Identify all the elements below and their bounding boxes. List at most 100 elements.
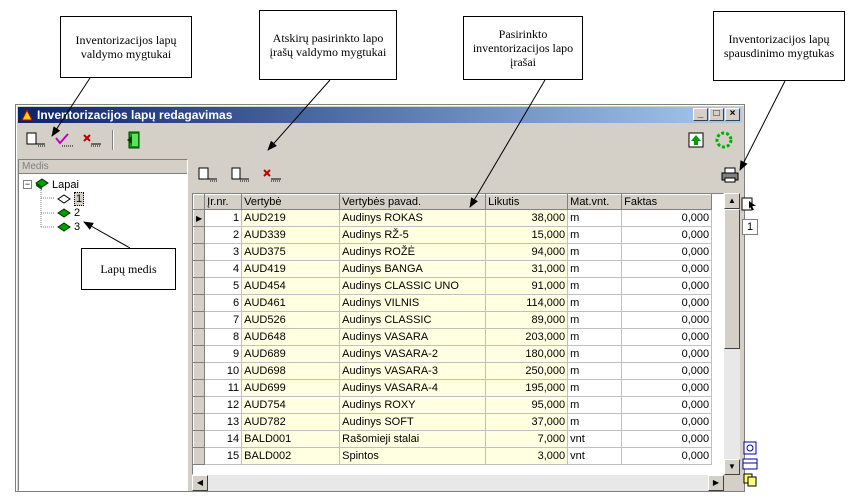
table-row[interactable]: 12 AUD754 Audinys ROXY 95,000 m 0,000 — [193, 396, 713, 414]
table-row[interactable]: 14 BALD001 Rašomieji stalai 7,000 vnt 0,000 — [193, 430, 713, 448]
export-button[interactable] — [684, 130, 708, 150]
row-indicator[interactable] — [193, 413, 206, 431]
table-row[interactable]: 10 AUD698 Audinys VASARA-3 250,000 m 0,000 — [193, 362, 713, 380]
add-record-button[interactable] — [196, 165, 220, 185]
cell-unit[interactable]: m — [567, 243, 623, 261]
delete-record-button[interactable] — [260, 165, 284, 185]
header-cell[interactable]: Vertybės pavad. — [339, 194, 487, 210]
cell-unit[interactable]: m — [567, 362, 623, 380]
table-row[interactable]: 4 AUD419 Audinys BANGA 31,000 m 0,000 — [193, 260, 713, 278]
cell-name[interactable]: Audinys ROŽĖ — [339, 243, 487, 261]
cell-nr[interactable]: 13 — [204, 413, 243, 431]
cell-nr[interactable]: 15 — [204, 447, 243, 465]
cell-stock[interactable]: 37,000 — [485, 413, 569, 431]
cell-nr[interactable]: 7 — [204, 311, 243, 329]
cell-name[interactable]: Audinys VILNIS — [339, 294, 487, 312]
cell-name[interactable]: Audinys VASARA — [339, 328, 487, 346]
cell-fact[interactable]: 0,000 — [621, 243, 713, 261]
cell-stock[interactable]: 180,000 — [485, 345, 569, 363]
report-icon[interactable] — [742, 441, 758, 455]
header-cell[interactable]: Mat.vnt. — [567, 194, 623, 210]
row-indicator[interactable] — [193, 345, 206, 363]
cell-nr[interactable]: 3 — [204, 243, 243, 261]
cell-name[interactable]: Audinys ROKAS — [339, 209, 487, 227]
cell-fact[interactable]: 0,000 — [621, 209, 713, 227]
table-row[interactable]: 7 AUD526 Audinys CLASSIC 89,000 m 0,000 — [193, 311, 713, 329]
cell-unit[interactable]: vnt — [567, 447, 623, 465]
cell-unit[interactable]: m — [567, 226, 623, 244]
cell-unit[interactable]: m — [567, 379, 623, 397]
cell-code[interactable]: BALD001 — [241, 430, 341, 448]
cell-fact[interactable]: 0,000 — [621, 226, 713, 244]
edit-record-button[interactable] — [228, 165, 252, 185]
cell-code[interactable]: BALD002 — [241, 447, 341, 465]
cell-unit[interactable]: m — [567, 277, 623, 295]
cell-name[interactable]: Audinys CLASSIC — [339, 311, 487, 329]
row-indicator[interactable] — [193, 311, 206, 329]
cell-stock[interactable]: 203,000 — [485, 328, 569, 346]
table-row[interactable]: 13 AUD782 Audinys SOFT 37,000 m 0,000 — [193, 413, 713, 431]
cell-stock[interactable]: 31,000 — [485, 260, 569, 278]
cell-fact[interactable]: 0,000 — [621, 379, 713, 397]
table-row[interactable]: 6 AUD461 Audinys VILNIS 114,000 m 0,000 — [193, 294, 713, 312]
row-indicator[interactable] — [193, 260, 206, 278]
cell-fact[interactable]: 0,000 — [621, 260, 713, 278]
copy-icon[interactable] — [742, 473, 758, 487]
cell-name[interactable]: Audinys ROXY — [339, 396, 487, 414]
table-row[interactable]: 5 AUD454 Audinys CLASSIC UNO 91,000 m 0,000 — [193, 277, 713, 295]
cell-stock[interactable]: 38,000 — [485, 209, 569, 227]
cell-name[interactable]: Audinys SOFT — [339, 413, 487, 431]
cell-code[interactable]: AUD339 — [241, 226, 341, 244]
maximize-button[interactable]: □ — [709, 108, 724, 121]
cell-fact[interactable]: 0,000 — [621, 277, 713, 295]
cell-unit[interactable]: m — [567, 311, 623, 329]
cell-nr[interactable]: 12 — [204, 396, 243, 414]
cell-fact[interactable]: 0,000 — [621, 396, 713, 414]
table-row[interactable]: ▶ 1 AUD219 Audinys ROKAS 38,000 m 0,000 — [193, 209, 713, 227]
cell-unit[interactable]: m — [567, 209, 623, 227]
cell-stock[interactable]: 89,000 — [485, 311, 569, 329]
cell-code[interactable]: AUD461 — [241, 294, 341, 312]
cell-code[interactable]: AUD689 — [241, 345, 341, 363]
page-number[interactable]: 1 — [742, 219, 758, 235]
cell-nr[interactable]: 14 — [204, 430, 243, 448]
cell-unit[interactable]: m — [567, 294, 623, 312]
cell-stock[interactable]: 114,000 — [485, 294, 569, 312]
row-indicator[interactable] — [193, 379, 206, 397]
cell-stock[interactable]: 7,000 — [485, 430, 569, 448]
scroll-down-icon[interactable]: ▼ — [724, 459, 740, 475]
tree-item-1[interactable]: 1 — [57, 192, 85, 206]
cell-code[interactable]: AUD375 — [241, 243, 341, 261]
cell-code[interactable]: AUD648 — [241, 328, 341, 346]
scroll-left-icon[interactable]: ◀ — [192, 475, 208, 491]
record-select-icon[interactable] — [741, 197, 757, 211]
cell-fact[interactable]: 0,000 — [621, 430, 713, 448]
cell-nr[interactable]: 1 — [204, 209, 243, 227]
cell-unit[interactable]: m — [567, 345, 623, 363]
cell-nr[interactable]: 8 — [204, 328, 243, 346]
cell-code[interactable]: AUD698 — [241, 362, 341, 380]
records-grid[interactable]: Įr.nr. Vertybė Vertybės pavad. Likutis M… — [192, 193, 724, 475]
cell-unit[interactable]: m — [567, 413, 623, 431]
cell-fact[interactable]: 0,000 — [621, 294, 713, 312]
tree-item-3[interactable]: 3 — [57, 221, 80, 233]
cell-stock[interactable]: 250,000 — [485, 362, 569, 380]
row-indicator[interactable] — [193, 277, 206, 295]
table-row[interactable]: 11 AUD699 Audinys VASARA-4 195,000 m 0,000 — [193, 379, 713, 397]
row-indicator[interactable] — [193, 243, 206, 261]
table-row[interactable]: 8 AUD648 Audinys VASARA 203,000 m 0,000 — [193, 328, 713, 346]
cell-name[interactable]: Audinys VASARA-2 — [339, 345, 487, 363]
row-indicator[interactable] — [193, 362, 206, 380]
add-sheet-button[interactable] — [24, 130, 48, 150]
header-cell[interactable]: Įr.nr. — [204, 194, 243, 210]
header-cell[interactable]: Vertybė — [241, 194, 341, 210]
cell-stock[interactable]: 91,000 — [485, 277, 569, 295]
print-button[interactable] — [718, 165, 742, 185]
cell-code[interactable]: AUD454 — [241, 277, 341, 295]
row-indicator[interactable] — [193, 430, 206, 448]
cell-name[interactable]: Audinys BANGA — [339, 260, 487, 278]
cell-code[interactable]: AUD782 — [241, 413, 341, 431]
tree-item-2[interactable]: 2 — [57, 207, 80, 219]
cell-nr[interactable]: 4 — [204, 260, 243, 278]
row-indicator[interactable] — [193, 294, 206, 312]
